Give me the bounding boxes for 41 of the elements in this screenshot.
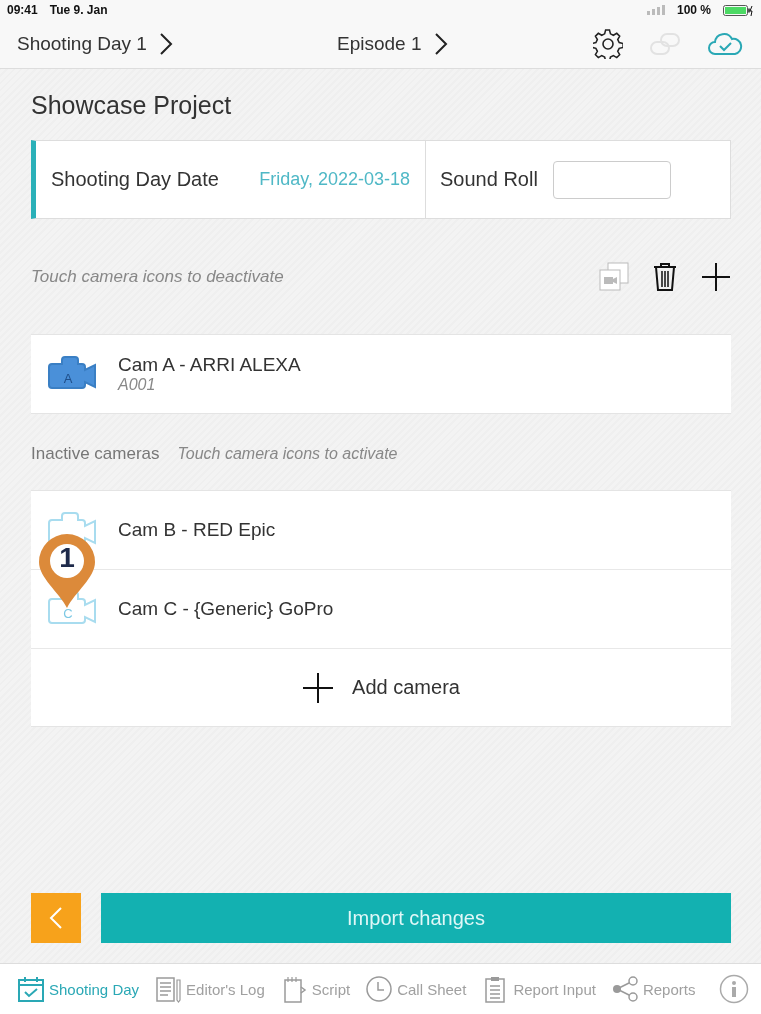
settings-icon[interactable] [593,29,623,59]
back-button[interactable] [31,893,81,943]
pin-number: 1 [58,542,76,574]
cloud-check-icon[interactable] [707,32,743,56]
status-date: Tue 9. Jan [49,3,108,17]
signal-icon [646,5,665,15]
calendar-icon [16,974,46,1004]
tab[interactable]: Script [278,974,351,1004]
plus-icon [302,671,335,704]
project-title: Showcase Project [31,91,233,120]
shooting-day-selector[interactable]: Shooting Day 1 [17,32,173,56]
battery-percent: 100 % [676,3,711,17]
activate-hint: Touch camera icons to activate [177,445,398,463]
tab[interactable]: Call Sheet [364,974,467,1004]
tab[interactable]: Reports [609,974,696,1004]
info-icon[interactable] [719,974,749,1004]
chevron-icon [433,32,448,56]
tab[interactable]: Editor's Log [153,974,265,1004]
trash-icon[interactable] [653,262,677,292]
camera-name[interactable]: Cam A - ARRI ALEXA [118,354,301,376]
add-icon[interactable] [701,262,731,292]
date-label: Shooting Day Date [51,168,219,191]
battery-icon [723,4,753,16]
sound-roll-label: Sound Roll [440,168,538,191]
section-label: Inactive cameras [31,444,160,464]
tab[interactable]: Shooting Day [16,974,140,1004]
date-value[interactable]: Friday, 2022-03-18 [259,169,410,190]
episode-selector[interactable]: Episode 1 [337,32,448,56]
deactivate-hint: Touch camera icons to deactivate [31,267,284,287]
tab[interactable]: Report Input [480,974,596,1004]
camera-name[interactable]: Cam C - {Generic} GoPro [118,598,334,620]
duplicate-camera-icon[interactable] [599,262,629,292]
sound-roll-field[interactable] [552,160,671,199]
import-button[interactable]: Import changes [101,893,731,943]
clock-icon [364,974,395,1004]
camera-name[interactable]: Cam B - RED Epic [118,519,276,541]
chevron-icon [158,32,173,56]
status-time: 09:41 [7,3,38,17]
log-icon [153,974,184,1004]
chevron-left-icon [49,906,63,930]
camera-roll: A001 [118,376,157,394]
